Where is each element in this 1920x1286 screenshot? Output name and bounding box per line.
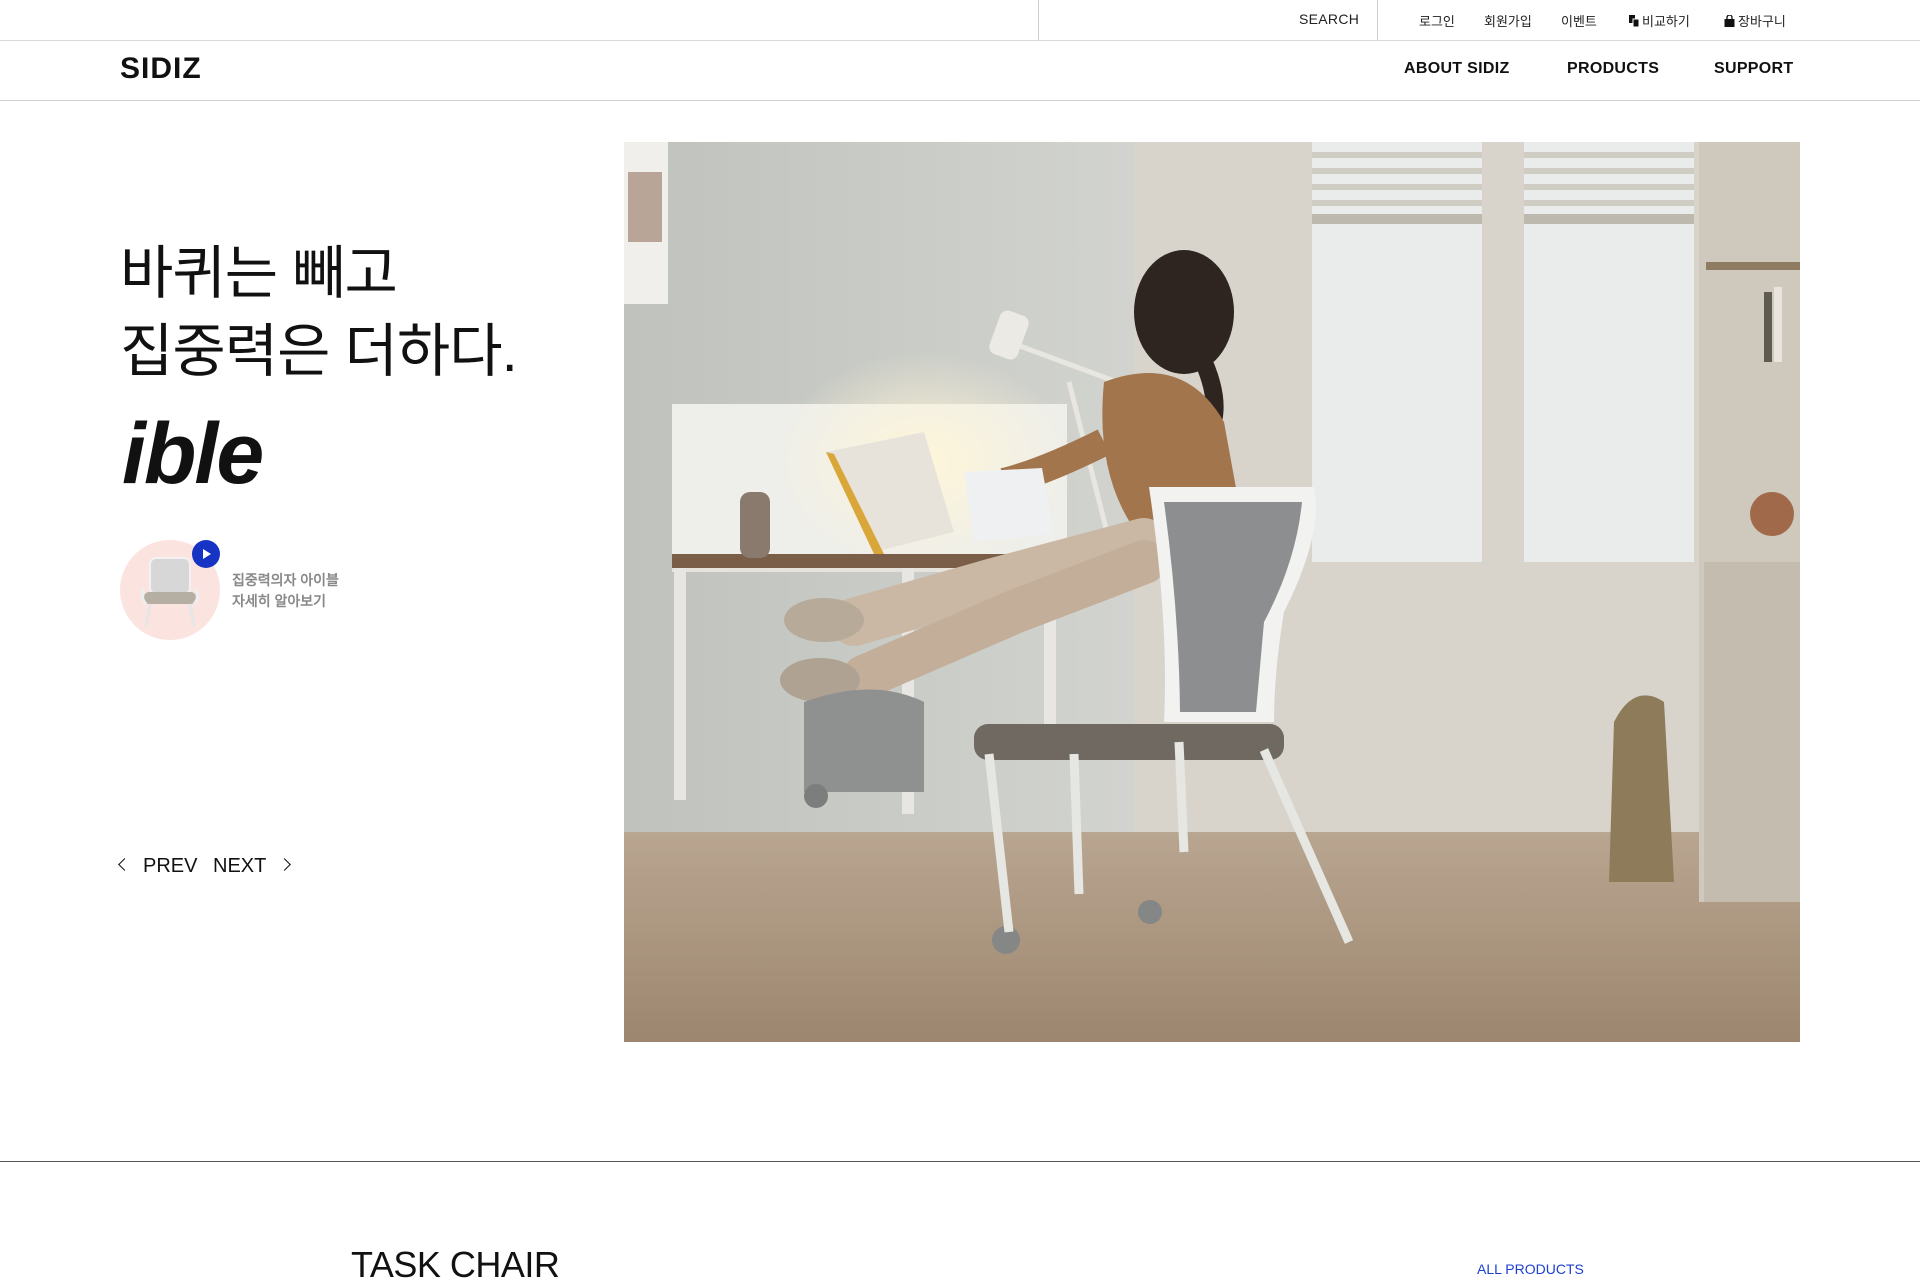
hero-photo-illustration	[624, 142, 1800, 1042]
search-link[interactable]: SEARCH	[1299, 11, 1359, 27]
compare-label: 비교하기	[1642, 14, 1690, 29]
promo-line-1: 집중력의자 아이블	[232, 572, 339, 588]
hero-product-name: ible	[122, 406, 264, 502]
hero-image	[624, 142, 1800, 1042]
next-label: NEXT	[213, 855, 267, 877]
promo-text: 집중력의자 아이블 자세히 알아보기	[232, 570, 339, 612]
chevron-left-icon	[118, 858, 131, 871]
menu-products[interactable]: PRODUCTS	[1567, 60, 1659, 78]
cart-link[interactable]: 장바구니	[1724, 11, 1786, 30]
hero-title-line-2: 집중력은 더하다.	[120, 319, 518, 384]
compare-link[interactable]: 비교하기	[1629, 11, 1690, 30]
main-nav: SIDIZ ABOUT SIDIZ PRODUCTS SUPPORT	[0, 40, 1920, 101]
login-link[interactable]: 로그인	[1419, 11, 1455, 30]
utility-bar: SEARCH 로그인 회원가입 이벤트 비교하기 장바구니	[0, 0, 1920, 41]
cart-label: 장바구니	[1738, 14, 1786, 29]
section-divider	[0, 1161, 1920, 1162]
cart-icon	[1724, 15, 1735, 27]
promo-line-2: 자세히 알아보기	[232, 593, 327, 609]
menu-about-sidiz[interactable]: ABOUT SIDIZ	[1404, 60, 1510, 78]
signup-link[interactable]: 회원가입	[1484, 11, 1532, 30]
all-products-link[interactable]: ALL PRODUCTS	[1477, 1261, 1584, 1277]
prev-label: PREV	[143, 855, 198, 877]
product-promo-link[interactable]: 집중력의자 아이블 자세히 알아보기	[120, 540, 360, 650]
divider	[1038, 0, 1039, 40]
divider	[1377, 0, 1378, 40]
prev-button[interactable]: PREV	[118, 855, 198, 878]
chair-thumbnail-image	[140, 557, 200, 627]
event-link[interactable]: 이벤트	[1561, 11, 1597, 30]
logo[interactable]: SIDIZ	[120, 52, 202, 86]
play-icon[interactable]	[192, 540, 220, 568]
menu-support[interactable]: SUPPORT	[1714, 60, 1793, 78]
hero-title-line-1: 바퀴는 빼고	[120, 241, 398, 306]
chevron-right-icon	[278, 858, 292, 871]
next-button[interactable]: NEXT	[213, 855, 292, 878]
compare-icon	[1629, 15, 1639, 27]
